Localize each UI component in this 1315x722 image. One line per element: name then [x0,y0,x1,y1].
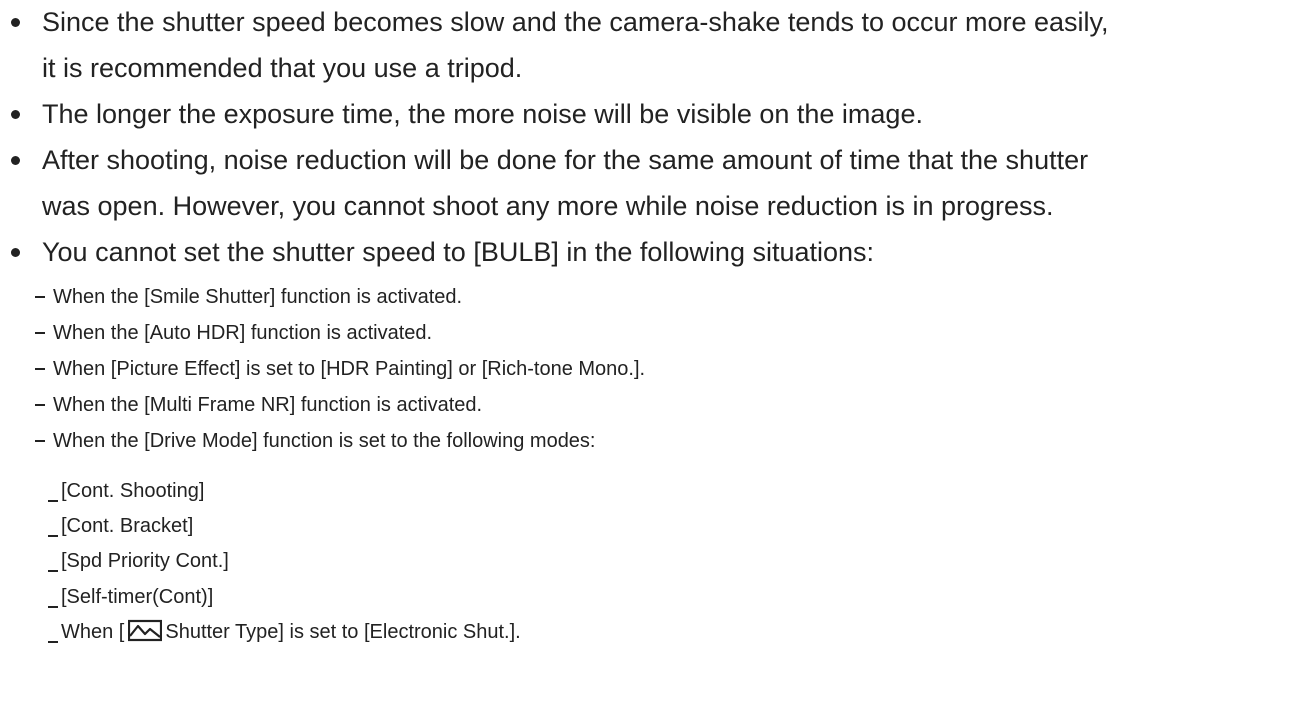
bullet-dot [11,248,20,257]
bullet-dot [11,156,20,165]
notes-page: Since the shutter speed becomes slow and… [0,0,1315,722]
dash-marker [35,332,45,334]
dash-marker [35,296,45,298]
camera-still-icon [128,619,163,652]
dash-marker [35,368,45,370]
note-text: You cannot set the shutter speed to [BUL… [42,237,875,267]
note-text: Since the shutter speed becomes slow and… [42,7,1109,37]
dash-marker [48,606,58,608]
bullet-dot [11,110,20,119]
dash-marker [35,440,45,442]
situation-text: When [Picture Effect] is set to [HDR Pai… [53,358,646,380]
note-text: it is recommended that you use a tripod. [42,53,523,83]
dash-marker [48,500,58,502]
drive-mode-text: [Self-timer(Cont)] [61,586,214,608]
drive-mode-text: [Spd Priority Cont.] [61,550,229,572]
drive-mode-text: [Cont. Shooting] [61,480,205,502]
bullet-dot [11,18,20,27]
note-text: was open. However, you cannot shoot any … [42,191,1054,221]
dash-marker [48,570,58,572]
dash-marker [35,404,45,406]
shutter-type-text: When [ Shutter Type] is set to [Electroni… [61,617,521,652]
drive-mode-text: [Cont. Bracket] [61,515,194,537]
dash-marker [48,535,58,537]
shutter-type-suffix: Shutter Type] is set to [Electronic Shut… [165,621,521,643]
situation-text: When the [Multi Frame NR] function is ac… [53,394,483,416]
dash-marker [48,641,58,643]
note-text: After shooting, noise reduction will be … [42,145,1089,175]
note-text: The longer the exposure time, the more n… [42,99,923,129]
situation-text: When the [Auto HDR] function is activate… [53,322,433,344]
situation-text: When the [Smile Shutter] function is act… [53,286,463,308]
shutter-type-prefix: When [ [61,621,125,643]
situation-text: When the [Drive Mode] function is set to… [53,430,596,452]
